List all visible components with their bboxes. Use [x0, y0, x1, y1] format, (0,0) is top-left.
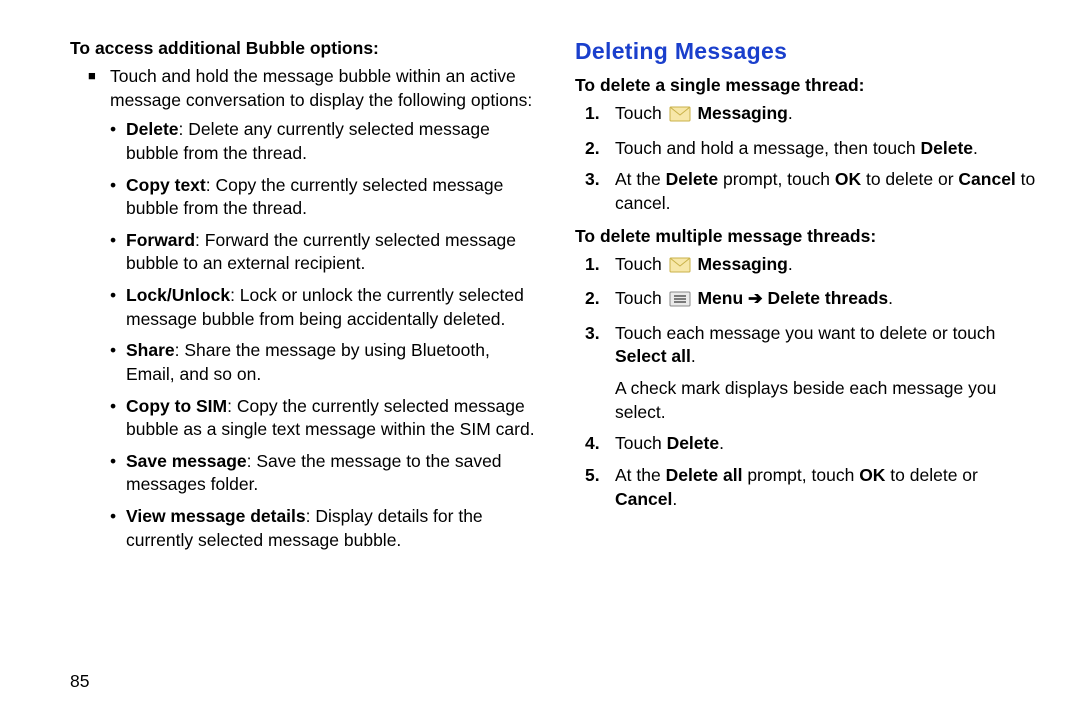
bullet-marker: • [110, 229, 126, 276]
bullet-marker: • [110, 174, 126, 221]
bullet-marker: • [110, 118, 126, 165]
sec2-step3: 3. Touch each message you want to delete… [575, 322, 1040, 369]
bullet-share: • Share: Share the message by using Blue… [70, 339, 535, 386]
num-2: 2. [585, 137, 615, 161]
bullet-copy-to-sim: • Copy to SIM: Copy the currently select… [70, 395, 535, 442]
sec1-step2: 2. Touch and hold a message, then touch … [575, 137, 1040, 161]
bullet-text: Copy text: Copy the currently selected m… [126, 174, 535, 221]
step-text: Touch and hold a message, then touch Del… [615, 137, 1040, 161]
bullet-text: Delete: Delete any currently selected me… [126, 118, 535, 165]
step-text: Touch Menu ➔ Delete threads. [615, 287, 1040, 314]
page-number: 85 [70, 671, 89, 692]
bullet-marker: • [110, 505, 126, 552]
intro-row: ■ Touch and hold the message bubble with… [70, 65, 535, 112]
num-1: 1. [585, 102, 615, 129]
menu-icon [669, 290, 691, 314]
num-1: 1. [585, 253, 615, 280]
bullet-copy-text: • Copy text: Copy the currently selected… [70, 174, 535, 221]
sec2-step4: 4. Touch Delete. [575, 432, 1040, 456]
messaging-icon [669, 105, 691, 129]
right-column: Deleting Messages To delete a single mes… [575, 38, 1040, 720]
manual-page: To access additional Bubble options: ■ T… [0, 0, 1080, 720]
messaging-icon [669, 256, 691, 280]
bullet-text: View message details: Display details fo… [126, 505, 535, 552]
delete-single-subhead: To delete a single message thread: [575, 75, 1040, 96]
step-text: At the Delete all prompt, touch OK to de… [615, 464, 1040, 511]
sec1-step3: 3. At the Delete prompt, touch OK to del… [575, 168, 1040, 215]
num-5: 5. [585, 464, 615, 511]
sec2-step2: 2. Touch Menu ➔ Delete threads. [575, 287, 1040, 314]
bullet-forward: • Forward: Forward the currently selecte… [70, 229, 535, 276]
deleting-messages-title: Deleting Messages [575, 38, 1040, 65]
bullet-marker: • [110, 395, 126, 442]
bullet-text: Forward: Forward the currently selected … [126, 229, 535, 276]
num-3: 3. [585, 168, 615, 215]
bullet-text: Lock/Unlock: Lock or unlock the currentl… [126, 284, 535, 331]
bullet-text: Save message: Save the message to the sa… [126, 450, 535, 497]
sec2-step3-note: A check mark displays beside each messag… [575, 377, 1040, 424]
bullet-text: Copy to SIM: Copy the currently selected… [126, 395, 535, 442]
step-text: Touch Messaging. [615, 253, 1040, 280]
step-text: Touch each message you want to delete or… [615, 322, 1040, 369]
bullet-save-message: • Save message: Save the message to the … [70, 450, 535, 497]
bullet-marker: • [110, 450, 126, 497]
bullet-delete: • Delete: Delete any currently selected … [70, 118, 535, 165]
sec2-step1: 1. Touch Messaging. [575, 253, 1040, 280]
delete-multiple-subhead: To delete multiple message threads: [575, 226, 1040, 247]
square-marker: ■ [70, 65, 110, 112]
bubble-options-subhead: To access additional Bubble options: [70, 38, 535, 59]
sec1-step1: 1. Touch Messaging. [575, 102, 1040, 129]
bullet-text: Share: Share the message by using Blueto… [126, 339, 535, 386]
num-4: 4. [585, 432, 615, 456]
num-3: 3. [585, 322, 615, 369]
step-text: At the Delete prompt, touch OK to delete… [615, 168, 1040, 215]
bullet-marker: • [110, 284, 126, 331]
num-2: 2. [585, 287, 615, 314]
step-text: Touch Messaging. [615, 102, 1040, 129]
left-column: To access additional Bubble options: ■ T… [70, 38, 535, 720]
bullet-lock-unlock: • Lock/Unlock: Lock or unlock the curren… [70, 284, 535, 331]
bullet-view-details: • View message details: Display details … [70, 505, 535, 552]
bullet-marker: • [110, 339, 126, 386]
sec2-step5: 5. At the Delete all prompt, touch OK to… [575, 464, 1040, 511]
step-text: Touch Delete. [615, 432, 1040, 456]
intro-text: Touch and hold the message bubble within… [110, 65, 535, 112]
